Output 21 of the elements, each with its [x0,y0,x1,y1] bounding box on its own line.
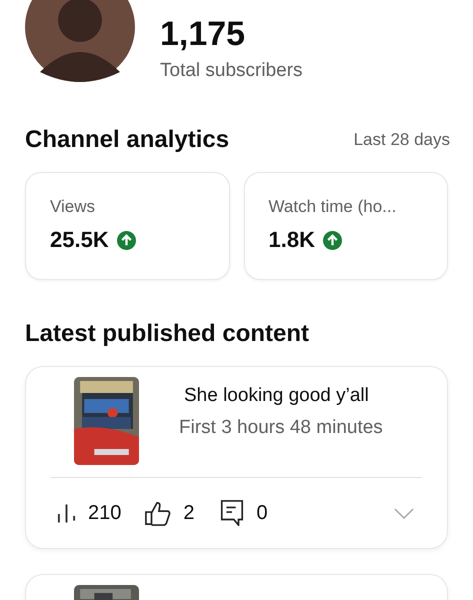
section-title: Channel analytics [25,126,230,154]
subscriber-count: 1,175 [160,14,246,54]
bar-chart-icon [57,502,76,524]
video-subtitle: First 3 hours 48 minutes [179,417,383,439]
video-title: She looking good y’all [183,385,370,407]
comment-icon[interactable] [218,500,244,526]
metric-label: Views [50,197,96,217]
section-title: Latest published content [25,320,310,348]
period-label[interactable]: Last 28 days [354,130,450,150]
metric-value: 1.8K [268,227,315,253]
content-card[interactable]: She looking good y’all First 3 hours 48 minutes 210 2 0 [25,366,448,549]
metric-label: Watch time (ho... [268,197,398,217]
metric-value: 25.5K [50,227,109,253]
content-card[interactable] [25,574,448,600]
metric-card[interactable]: Views 25.5K [25,172,230,280]
metric-card[interactable]: Watch time (ho... 1.8K [244,172,448,280]
subscriber-label: Total subscribers [160,60,303,82]
like-count: 2 [183,502,194,524]
view-count: 210 [88,502,122,524]
thumbs-up-icon[interactable] [145,500,172,526]
comment-count: 0 [256,502,268,524]
